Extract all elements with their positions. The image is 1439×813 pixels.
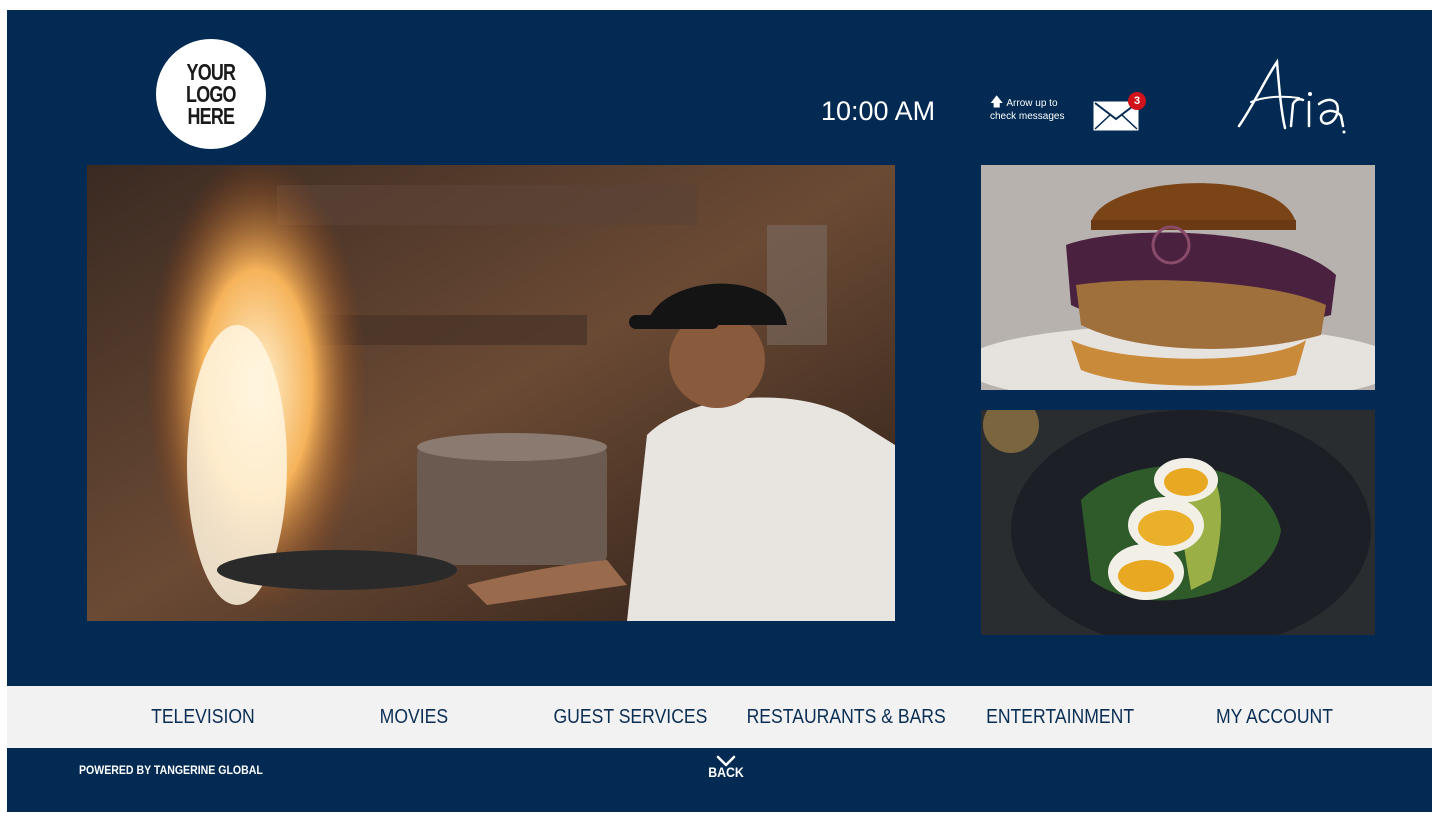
message-hint-line2: check messages — [990, 111, 1065, 122]
arrow-up-icon: 🡅 — [990, 94, 1004, 109]
powered-by-text: POWERED BY TANGERINE GLOBAL — [79, 763, 263, 777]
message-hint-line1: Arrow up to — [1006, 98, 1058, 109]
aria-brand-logo — [1237, 58, 1346, 134]
back-button[interactable]: BACK — [691, 755, 761, 779]
back-label: BACK — [708, 764, 744, 780]
nav-item-guest-services[interactable]: GUEST SERVICES — [553, 686, 707, 748]
clock-time: 10:00 AM — [821, 96, 936, 126]
nav-item-restaurants-bars[interactable]: RESTAURANTS & BARS — [747, 686, 946, 748]
nav-item-television[interactable]: TELEVISION — [151, 686, 255, 748]
message-count-badge: 3 — [1128, 92, 1146, 110]
nav-item-entertainment[interactable]: ENTERTAINMENT — [986, 686, 1134, 748]
nav-item-movies[interactable]: MOVIES — [380, 686, 448, 748]
main-navigation: TELEVISION MOVIES GUEST SERVICES RESTAUR… — [7, 686, 1432, 748]
egg-salad-photo — [981, 410, 1375, 635]
hotel-logo-placeholder: YOUR LOGO HERE — [156, 39, 266, 149]
message-hint: 🡅 Arrow up to check messages — [990, 95, 1100, 123]
burger-photo — [981, 165, 1375, 390]
chef-flambe-photo — [87, 165, 895, 621]
logo-text: YOUR LOGO HERE — [186, 59, 236, 129]
tv-portal-screen: YOUR LOGO HERE 10:00 AM 🡅 Arrow up to che… — [7, 10, 1432, 812]
nav-item-my-account[interactable]: MY ACCOUNT — [1216, 686, 1333, 748]
